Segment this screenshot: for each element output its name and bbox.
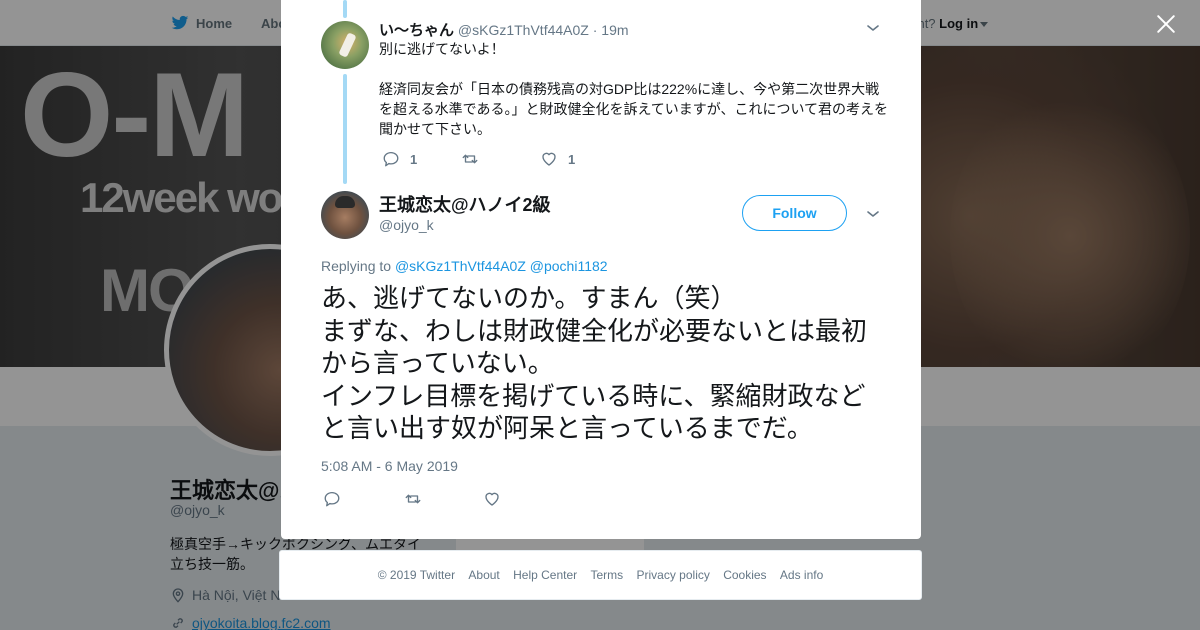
retweet-icon xyxy=(405,494,421,504)
main-tweet-text: あ、逃げてないのか。すまん（笑） まずな、わしは財政健全化が必要ないとは最初から… xyxy=(321,283,891,446)
parent-tweet-text-line: 別に逃げてないよ！ xyxy=(379,41,505,57)
footer-link-ads-info[interactable]: Ads info xyxy=(780,568,823,582)
replying-to-link[interactable]: @pochi1182 xyxy=(530,258,608,274)
footer-link-privacy[interactable]: Privacy policy xyxy=(637,568,710,582)
main-tweet-actions xyxy=(323,490,501,508)
reply-button[interactable]: 1 xyxy=(382,150,460,168)
replying-to-prefix: Replying to xyxy=(321,258,392,274)
main-tweet-name[interactable]: 王城恋太@ハノイ2級 xyxy=(379,191,551,217)
retweet-icon xyxy=(462,154,478,164)
close-icon[interactable] xyxy=(1154,12,1178,36)
parent-tweet-name[interactable]: い〜ちゃん xyxy=(379,22,454,39)
footer-link-help-center[interactable]: Help Center xyxy=(513,568,577,582)
main-tweet-avatar[interactable] xyxy=(321,191,369,239)
like-button[interactable] xyxy=(483,490,501,508)
main-tweet-text-line: まずな、わしは財政健全化が必要ないとは最初から言っていない。 xyxy=(321,316,868,380)
reply-icon xyxy=(324,491,340,507)
parent-tweet-text-line: 経済同友会が「日本の債務残高の対GDP比は222%に達し、今や第二次世界大戦を超… xyxy=(379,81,889,137)
main-tweet-text-line: インフレ目標を掲げている時に、緊縮財政などと言い出す奴が阿呆と言っているまでだ。 xyxy=(321,381,866,445)
parent-tweet-avatar[interactable] xyxy=(321,21,369,69)
reply-count: 1 xyxy=(410,151,418,167)
chevron-down-icon[interactable] xyxy=(865,20,881,36)
parent-tweet-time[interactable]: 19m xyxy=(601,22,628,38)
replying-to-link[interactable]: @sKGz1ThVtf44A0Z xyxy=(395,258,526,274)
parent-tweet-text: 別に逃げてないよ！ 経済同友会が「日本の債務残高の対GDP比は222%に達し、今… xyxy=(379,39,889,139)
retweet-button[interactable] xyxy=(403,490,483,508)
main-tweet-handle[interactable]: @ojyo_k xyxy=(379,217,434,233)
chevron-down-icon[interactable] xyxy=(865,206,881,222)
like-count: 1 xyxy=(568,151,576,167)
parent-tweet-header: い〜ちゃん @sKGz1ThVtf44A0Z · 19m xyxy=(379,19,629,40)
parent-tweet-handle[interactable]: @sKGz1ThVtf44A0Z xyxy=(458,22,589,38)
thread-line xyxy=(343,74,347,184)
footer-links: © 2019 Twitter About Help Center Terms P… xyxy=(280,568,921,582)
main-tweet-timestamp[interactable]: 5:08 AM - 6 May 2019 xyxy=(321,458,458,474)
footer-copyright: © 2019 Twitter xyxy=(377,568,456,582)
reply-button[interactable] xyxy=(323,490,403,508)
replying-to: Replying to @sKGz1ThVtf44A0Z @pochi1182 xyxy=(321,258,608,274)
reply-icon xyxy=(383,151,399,167)
follow-button[interactable]: Follow xyxy=(742,195,847,231)
modal-footer: © 2019 Twitter About Help Center Terms P… xyxy=(279,550,922,600)
footer-link-about[interactable]: About xyxy=(468,568,499,582)
tweet-modal: い〜ちゃん @sKGz1ThVtf44A0Z · 19m 別に逃げてないよ！ 経… xyxy=(281,0,921,539)
like-button[interactable]: 1 xyxy=(540,150,575,168)
parent-tweet-actions: 1 1 xyxy=(382,150,575,168)
main-tweet-text-line: あ、逃げてないのか。すまん（笑） xyxy=(321,284,737,314)
thread-line-top xyxy=(343,0,347,18)
footer-link-terms[interactable]: Terms xyxy=(590,568,623,582)
like-icon xyxy=(485,492,499,506)
like-icon xyxy=(542,152,556,166)
retweet-button[interactable] xyxy=(460,150,540,168)
parent-tweet-separator: · xyxy=(592,22,598,38)
footer-link-cookies[interactable]: Cookies xyxy=(723,568,766,582)
